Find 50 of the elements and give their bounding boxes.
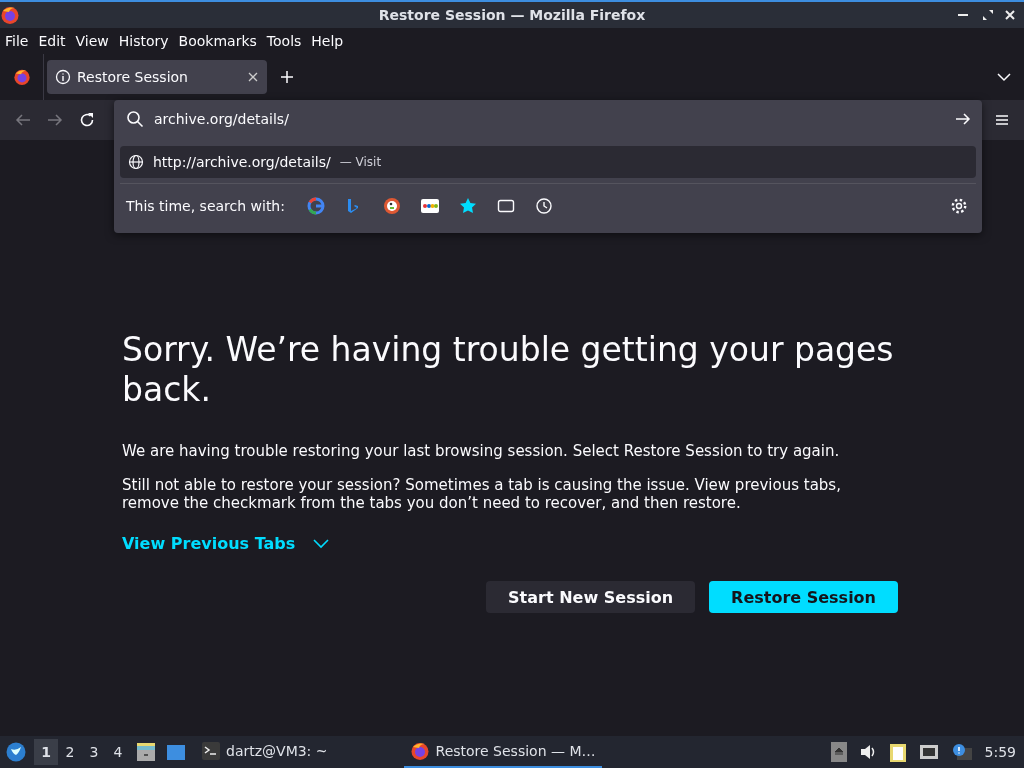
browser-tab[interactable]: Restore Session bbox=[47, 60, 267, 94]
info-icon bbox=[55, 69, 71, 85]
menu-item[interactable]: Help bbox=[306, 33, 349, 49]
workspace-button[interactable]: 3 bbox=[82, 739, 106, 765]
clock: 5:59 bbox=[984, 744, 1016, 760]
speaker-icon[interactable] bbox=[858, 743, 877, 761]
error-message: Still not able to restore your session? Sometimes a tab is causing the issue. View previous tabs, remove the checkmark from the tabs you don’t need to recover, and then restore. bbox=[122, 476, 842, 512]
menu-item[interactable]: History bbox=[113, 33, 174, 49]
suggestion-action: — Visit bbox=[339, 155, 382, 169]
firefox-icon[interactable] bbox=[0, 5, 20, 25]
firefox-view-icon[interactable] bbox=[12, 68, 31, 86]
new-session-button[interactable]: Start New Session bbox=[486, 581, 696, 613]
workspace-button[interactable]: 1 bbox=[34, 739, 58, 765]
desktop-icon[interactable] bbox=[166, 742, 186, 762]
menu-item[interactable]: View bbox=[70, 33, 114, 49]
network-icon[interactable] bbox=[918, 743, 939, 761]
notification-icon[interactable] bbox=[950, 743, 973, 761]
tab-title: Restore Session bbox=[77, 69, 188, 85]
taskbar-item[interactable]: Restore Session — M… bbox=[403, 736, 602, 768]
url-suggestion[interactable]: http://archive.org/details/ — Visit bbox=[120, 146, 976, 178]
search-icon bbox=[126, 110, 144, 128]
globe-icon bbox=[128, 154, 144, 170]
search-with-label: This time, search with: bbox=[126, 198, 285, 214]
eject-icon[interactable] bbox=[830, 742, 847, 762]
maximize-icon bbox=[980, 7, 996, 23]
restore-session-button[interactable]: Restore Session bbox=[709, 581, 898, 613]
terminal-icon bbox=[202, 742, 220, 760]
menu-item[interactable]: Tools bbox=[261, 33, 307, 49]
view-previous-tabs-link[interactable]: View Previous Tabs bbox=[122, 534, 296, 553]
start-menu-icon[interactable] bbox=[6, 742, 26, 762]
new-tab-button[interactable] bbox=[279, 69, 295, 85]
menu-item[interactable]: File bbox=[0, 33, 34, 49]
reload-button[interactable] bbox=[78, 111, 96, 129]
window-title: Restore Session — Mozilla Firefox bbox=[378, 7, 646, 23]
suggestion-url: http://archive.org/details/ bbox=[153, 154, 331, 170]
error-heading: Sorry. We’re having trouble getting your pages back. bbox=[122, 330, 895, 410]
minimize-icon bbox=[958, 14, 968, 16]
clipboard-icon[interactable] bbox=[888, 742, 907, 762]
maximize-button[interactable] bbox=[980, 7, 996, 23]
menu-item[interactable]: Edit bbox=[33, 33, 71, 49]
file-cabinet-icon[interactable] bbox=[136, 742, 156, 762]
workspace-button[interactable]: 4 bbox=[106, 739, 130, 765]
workspace-button[interactable]: 2 bbox=[58, 739, 82, 765]
menu-item[interactable]: Bookmarks bbox=[173, 33, 262, 49]
chevron-down-icon[interactable] bbox=[313, 538, 330, 549]
menu-button[interactable] bbox=[994, 112, 1010, 128]
browser-icon[interactable] bbox=[409, 741, 430, 761]
error-message: We are having trouble restoring your last browsing session. Select Restore Session to try again. bbox=[122, 442, 841, 460]
address-field[interactable]: archive.org/details/ bbox=[154, 111, 944, 127]
taskbar-item[interactable]: dartz@VM3: ~ bbox=[196, 736, 334, 768]
